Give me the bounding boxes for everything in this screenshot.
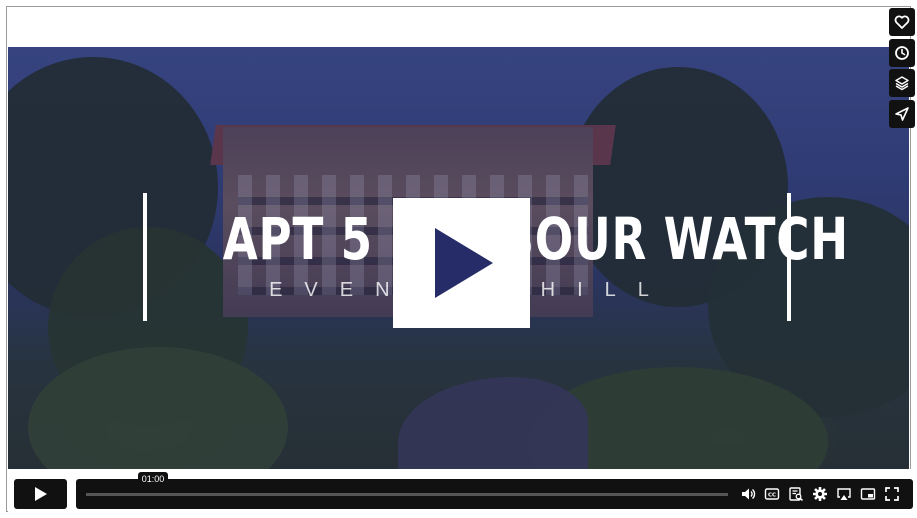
like-button[interactable]	[889, 8, 915, 36]
side-actions	[889, 8, 917, 130]
settings-icon	[812, 487, 827, 501]
transcript-icon	[788, 487, 803, 502]
play-icon	[435, 228, 493, 298]
control-bar: 01:00 CC	[8, 469, 913, 512]
layers-icon	[895, 76, 909, 91]
share-button[interactable]	[889, 99, 915, 128]
volume-button[interactable]	[739, 486, 756, 502]
watch-later-button[interactable]	[889, 38, 915, 67]
airplay-button[interactable]	[835, 486, 852, 502]
captions-button[interactable]: CC	[763, 486, 780, 502]
seek-bar[interactable]	[86, 493, 728, 496]
timeline: 01:00 CC	[76, 472, 913, 509]
control-icons: CC	[739, 486, 900, 502]
play-icon	[34, 487, 47, 501]
fullscreen-button[interactable]	[883, 486, 900, 502]
svg-text:CC: CC	[767, 493, 775, 499]
transcript-button[interactable]	[787, 486, 804, 502]
clock-icon	[895, 45, 909, 60]
heart-icon	[894, 15, 910, 29]
title-bar-left	[143, 193, 147, 321]
time-tooltip: 01:00	[138, 472, 168, 487]
closed-captions-icon: CC	[764, 488, 779, 500]
play-button[interactable]	[14, 479, 67, 509]
collections-button[interactable]	[889, 69, 915, 97]
video-area[interactable]: APT 5 HARBOUR WATCH EVENING HILL	[8, 47, 909, 469]
volume-icon	[741, 488, 755, 500]
picture-in-picture-icon	[860, 488, 875, 500]
airplay-icon	[836, 488, 851, 500]
fullscreen-icon	[884, 487, 899, 501]
pip-button[interactable]	[859, 486, 876, 502]
share-icon	[895, 106, 909, 121]
play-overlay-button[interactable]	[393, 198, 530, 328]
settings-button[interactable]	[811, 486, 828, 502]
